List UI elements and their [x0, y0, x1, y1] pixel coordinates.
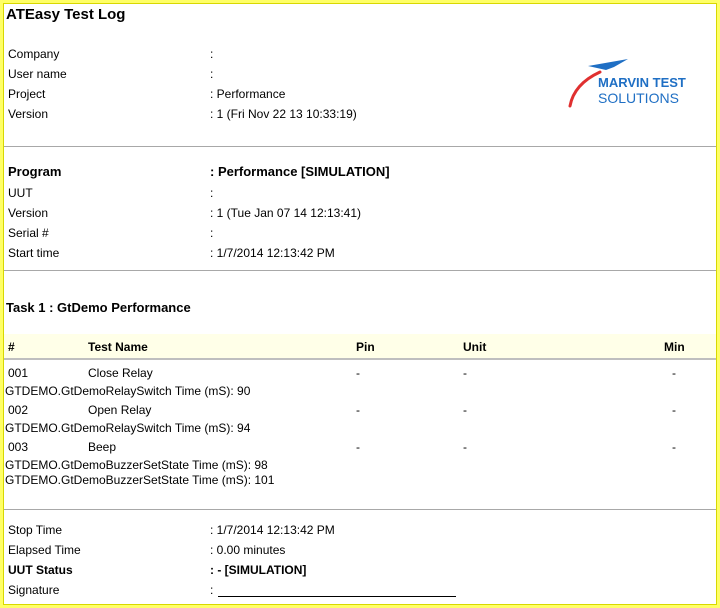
- row-pin: -: [356, 440, 360, 454]
- row-detail: GTDEMO.GtDemoRelaySwitch Time (mS): 90: [5, 384, 251, 398]
- program-version-label: Version: [8, 206, 49, 220]
- uut-value: :: [210, 186, 214, 200]
- start-time-value: : 1/7/2014 12:13:42 PM: [210, 246, 335, 260]
- table-header: # Test Name Pin Unit Min: [4, 334, 716, 360]
- program-label: Program: [8, 164, 62, 179]
- column-header-unit: Unit: [463, 340, 487, 354]
- company-logo: MARVIN TEST SOLUTIONS: [566, 58, 696, 114]
- row-test-name: Open Relay: [88, 403, 152, 417]
- signature-line: [218, 596, 456, 597]
- row-detail: GTDEMO.GtDemoRelaySwitch Time (mS): 94: [5, 421, 251, 435]
- project-version-label: Version: [8, 107, 49, 121]
- logo-swoosh-icon: MARVIN TEST SOLUTIONS: [568, 59, 686, 108]
- program-version-value: : 1 (Tue Jan 07 14 12:13:41): [210, 206, 361, 220]
- row-min: -: [672, 366, 676, 380]
- column-header-pin: Pin: [356, 340, 375, 354]
- row-pin: -: [356, 403, 360, 417]
- divider: [4, 270, 716, 271]
- company-value: :: [210, 47, 214, 61]
- user-name-value: :: [210, 67, 214, 81]
- row-number: 001: [8, 366, 29, 380]
- signature-value: :: [210, 583, 214, 597]
- program-value: : Performance [SIMULATION]: [210, 164, 390, 179]
- user-name-label: User name: [8, 67, 67, 81]
- stop-time-label: Stop Time: [8, 523, 63, 537]
- column-header-number: #: [8, 340, 15, 354]
- logo-line1: MARVIN TEST: [598, 75, 686, 90]
- row-number: 003: [8, 440, 29, 454]
- serial-label: Serial #: [8, 226, 49, 240]
- uut-status-value: : - [SIMULATION]: [210, 563, 307, 577]
- row-number: 002: [8, 403, 29, 417]
- row-test-name: Beep: [88, 440, 117, 454]
- project-label: Project: [8, 87, 46, 101]
- divider: [4, 509, 716, 510]
- elapsed-time-label: Elapsed Time: [8, 543, 81, 557]
- row-min: -: [672, 440, 676, 454]
- start-time-label: Start time: [8, 246, 60, 260]
- column-header-min: Min: [664, 340, 685, 354]
- signature-label: Signature: [8, 583, 60, 597]
- row-unit: -: [463, 440, 467, 454]
- row-detail: GTDEMO.GtDemoBuzzerSetState Time (mS): 9…: [5, 458, 268, 472]
- row-unit: -: [463, 366, 467, 380]
- task-title: Task 1 : GtDemo Performance: [6, 300, 191, 315]
- page-title: ATEasy Test Log: [6, 6, 126, 23]
- row-test-name: Close Relay: [88, 366, 153, 380]
- serial-value: :: [210, 226, 214, 240]
- logo-line2: SOLUTIONS: [598, 90, 679, 106]
- row-min: -: [672, 403, 676, 417]
- stop-time-value: : 1/7/2014 12:13:42 PM: [210, 523, 335, 537]
- row-unit: -: [463, 403, 467, 417]
- row-pin: -: [356, 366, 360, 380]
- uut-status-label: UUT Status: [8, 563, 73, 577]
- elapsed-time-value: : 0.00 minutes: [210, 543, 286, 557]
- column-header-test-name: Test Name: [88, 340, 148, 354]
- project-version-value: : 1 (Fri Nov 22 13 10:33:19): [210, 107, 357, 121]
- project-value: : Performance: [210, 87, 286, 101]
- uut-label: UUT: [8, 186, 33, 200]
- divider: [4, 146, 716, 147]
- row-detail: GTDEMO.GtDemoBuzzerSetState Time (mS): 1…: [5, 473, 275, 487]
- company-label: Company: [8, 47, 60, 61]
- test-log-page: ATEasy Test Log Company : User name : Pr…: [3, 3, 717, 605]
